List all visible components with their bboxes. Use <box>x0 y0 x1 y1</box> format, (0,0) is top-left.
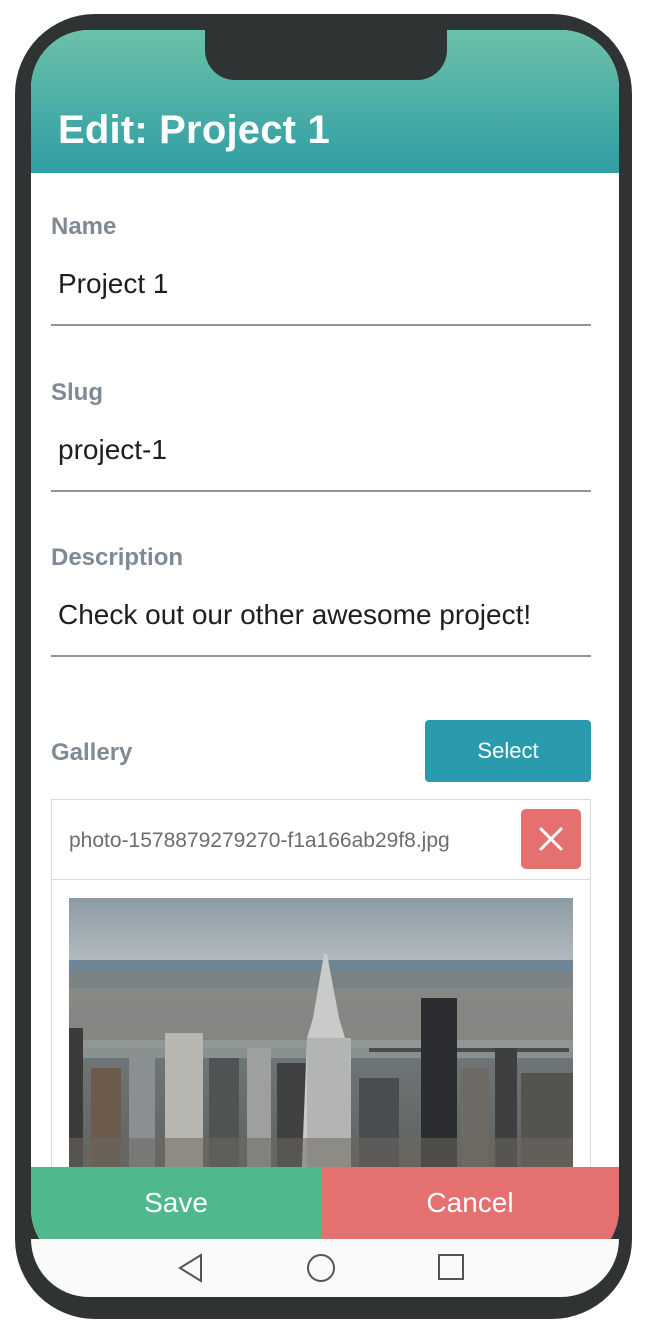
slug-input[interactable]: project-1 <box>58 434 167 466</box>
description-label: Description <box>51 544 184 571</box>
description-underline <box>51 655 591 657</box>
name-underline <box>51 324 591 326</box>
phone-notch <box>205 30 447 80</box>
select-button[interactable]: Select <box>425 720 591 782</box>
gallery-file-row: photo-1578879279270-f1a166ab29f8.jpg <box>52 800 590 880</box>
home-circle-icon[interactable] <box>306 1253 336 1283</box>
name-label: Name <box>51 213 117 240</box>
gallery-label: Gallery <box>51 739 133 766</box>
app-screen: Edit: Project 1 Name Project 1 Slug proj… <box>31 30 619 1267</box>
close-icon <box>539 827 563 851</box>
recents-square-icon[interactable] <box>437 1253 465 1281</box>
remove-image-button[interactable] <box>521 809 581 869</box>
save-button[interactable]: Save <box>31 1167 321 1239</box>
description-input[interactable]: Check out our other awesome project! <box>58 599 531 631</box>
gallery-file-name: photo-1578879279270-f1a166ab29f8.jpg <box>69 829 450 852</box>
back-triangle-icon[interactable] <box>177 1253 205 1283</box>
android-nav-buttons <box>31 1239 619 1297</box>
name-input[interactable]: Project 1 <box>58 268 169 300</box>
slug-underline <box>51 490 591 492</box>
page-title: Edit: Project 1 <box>58 108 330 152</box>
action-bar: Save Cancel <box>31 1167 619 1239</box>
cancel-button[interactable]: Cancel <box>321 1167 619 1239</box>
slug-label: Slug <box>51 379 103 406</box>
gallery-image <box>69 898 573 1188</box>
